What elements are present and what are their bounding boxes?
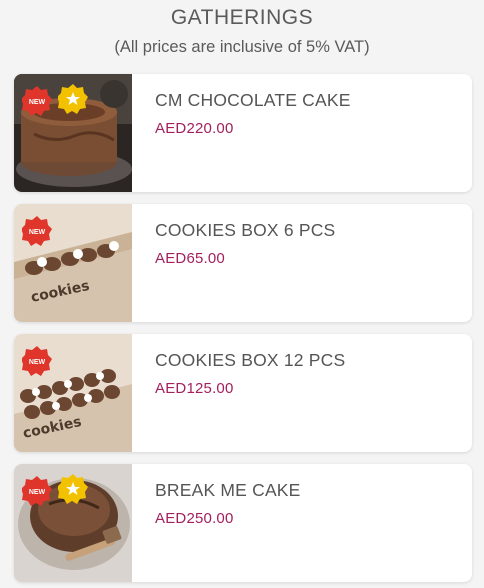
product-price: AED250.00 xyxy=(155,510,234,527)
new-icon: NEW xyxy=(22,346,52,376)
new-badge-label: NEW xyxy=(29,489,46,496)
new-badge-label: NEW xyxy=(29,99,46,106)
product-card[interactable]: cookies NEW COOKIES BOX 6 PCS AED65.00 xyxy=(14,204,472,322)
vat-note: (All prices are inclusive of 5% VAT) xyxy=(114,38,370,56)
page-title: GATHERINGS xyxy=(170,6,314,29)
star-icon xyxy=(58,474,88,504)
product-card[interactable]: NEW BREAK ME CAKE AED250.00 xyxy=(14,464,472,582)
star-icon xyxy=(58,84,88,114)
product-price: AED220.00 xyxy=(155,120,234,137)
product-name[interactable]: COOKIES BOX 12 PCS xyxy=(155,350,345,371)
product-name[interactable]: BREAK ME CAKE xyxy=(155,480,301,501)
new-icon: NEW xyxy=(22,216,52,246)
new-badge-label: NEW xyxy=(29,229,46,236)
new-badge-label: NEW xyxy=(29,359,46,366)
product-name[interactable]: COOKIES BOX 6 PCS xyxy=(155,220,335,241)
product-name[interactable]: CM CHOCOLATE CAKE xyxy=(155,90,351,111)
product-price: AED65.00 xyxy=(155,250,225,267)
product-price: AED125.00 xyxy=(155,380,234,397)
product-card[interactable]: cookies NEW COOKIES BOX 12 PCS AED125.00 xyxy=(14,334,472,452)
new-icon: NEW xyxy=(22,86,52,116)
product-card[interactable]: NEW CM CHOCOLATE CAKE AED220.00 xyxy=(14,74,472,192)
new-icon: NEW xyxy=(22,476,52,506)
